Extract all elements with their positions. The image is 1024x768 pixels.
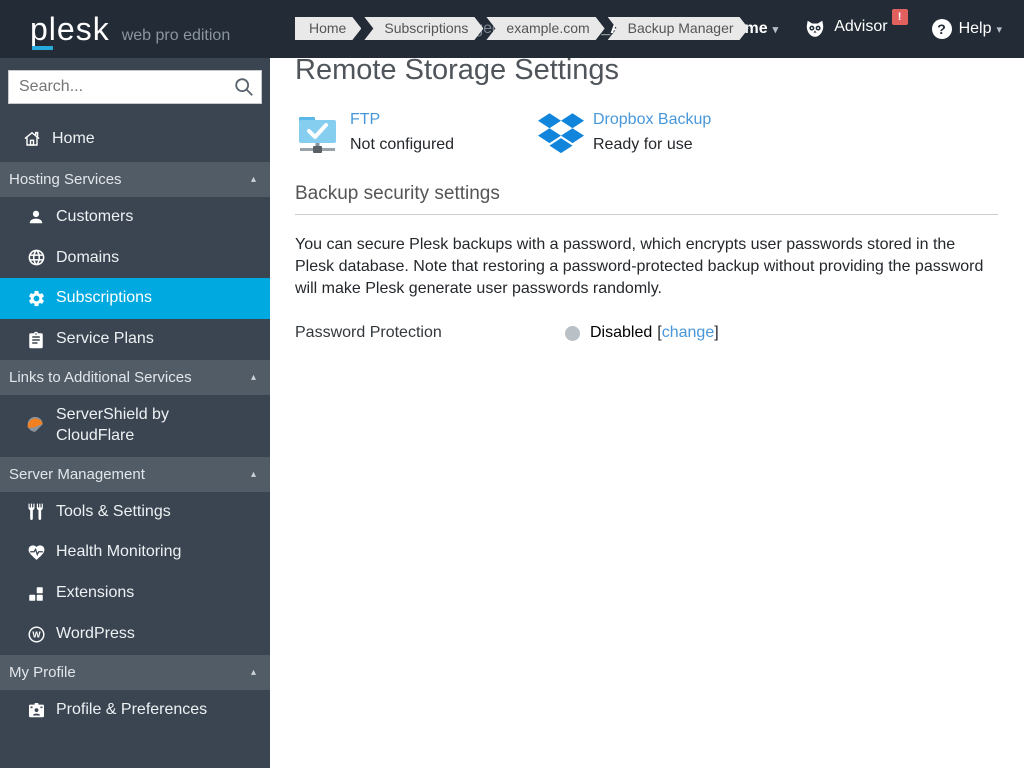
- question-mark-icon: ?: [931, 19, 952, 39]
- change-link[interactable]: change: [662, 324, 715, 342]
- chevron-down-icon: ▾: [996, 23, 1002, 36]
- owl-icon: [804, 18, 826, 40]
- sidebar-section-hosting-services[interactable]: Hosting Services ▴: [0, 161, 270, 197]
- ftp-link[interactable]: FTP: [350, 111, 380, 129]
- svg-text:W: W: [32, 630, 41, 640]
- storage-text: FTP Not configured: [350, 109, 454, 157]
- plesk-logo[interactable]: plesk web pro edition: [0, 11, 231, 50]
- sidebar-item-label: Customers: [56, 207, 134, 225]
- sidebar-item-label: ServerShield by CloudFlare: [56, 405, 169, 444]
- section-title: Links to Additional Services: [9, 368, 192, 386]
- password-protection-status: Disabled [ change ]: [565, 324, 719, 342]
- home-icon: [22, 129, 42, 149]
- storage-text: Dropbox Backup Ready for use: [593, 109, 711, 157]
- sidebar-section-my-profile[interactable]: My Profile ▴: [0, 654, 270, 690]
- search-icon: [233, 76, 255, 103]
- breadcrumb-home[interactable]: Home: [295, 17, 361, 40]
- chevron-down-icon: ▾: [772, 23, 779, 36]
- storage-option-ftp: FTP Not configured: [295, 109, 538, 157]
- customers-icon: [26, 208, 46, 226]
- bracket-close: ]: [714, 324, 719, 341]
- sidebar-item-label: Tools & Settings: [56, 502, 171, 520]
- breadcrumb-backup-manager: Backup Manager: [608, 17, 749, 40]
- wordpress-icon: W: [26, 625, 46, 644]
- cloudflare-icon: [26, 416, 46, 436]
- status-indicator-icon: [565, 325, 580, 341]
- sidebar-item-profile-preferences[interactable]: Profile & Preferences: [0, 690, 270, 731]
- page-title: Remote Storage Settings: [295, 54, 620, 86]
- globe-icon: [26, 248, 46, 267]
- chevron-up-icon: ▴: [250, 468, 256, 480]
- sidebar-item-label: Domains: [56, 248, 120, 266]
- sidebar-item-subscriptions[interactable]: Subscriptions: [0, 278, 270, 320]
- storage-option-dropbox: Dropbox Backup Ready for use: [538, 109, 781, 157]
- help-menu[interactable]: ? Help ▾: [931, 19, 1002, 39]
- section-title: Server Management: [9, 465, 145, 483]
- edition-label: web pro edition: [121, 27, 231, 44]
- dropbox-icon: [538, 109, 584, 157]
- sidebar-item-extensions[interactable]: Extensions: [0, 573, 270, 614]
- sidebar-search: [8, 70, 262, 104]
- blocks-icon: [26, 585, 46, 603]
- sidebar-item-customers[interactable]: Customers: [0, 197, 270, 238]
- tools-icon: [26, 502, 46, 522]
- status-text: Disabled: [590, 324, 653, 341]
- sidebar-section-additional-services[interactable]: Links to Additional Services ▴: [0, 359, 270, 395]
- breadcrumb-subscriptions[interactable]: Subscriptions: [364, 17, 483, 40]
- search-input[interactable]: [8, 70, 262, 104]
- heart-pulse-icon: [26, 543, 46, 562]
- sidebar-item-domains[interactable]: Domains: [0, 238, 270, 279]
- sidebar-item-label: Home: [52, 130, 95, 147]
- help-label: Help: [958, 20, 992, 37]
- chevron-up-icon: ▴: [250, 173, 256, 185]
- sidebar-item-label: WordPress: [56, 624, 135, 642]
- sidebar-item-label: Profile & Preferences: [56, 700, 208, 718]
- section-title: Hosting Services: [9, 170, 122, 188]
- section-title: My Profile: [9, 663, 76, 681]
- sidebar-item-label: Health Monitoring: [56, 543, 182, 561]
- advisor-label: Advisor: [834, 18, 888, 35]
- sidebar-item-label: Extensions: [56, 584, 135, 602]
- sidebar-section-server-management[interactable]: Server Management ▴: [0, 456, 270, 492]
- sidebar-item-servershield[interactable]: ServerShield by CloudFlare: [0, 395, 270, 457]
- password-protection-label: Password Protection: [295, 324, 442, 341]
- advisor-alert-badge: !: [891, 9, 908, 25]
- chevron-up-icon: ▴: [250, 371, 256, 383]
- sidebar-item-health-monitoring[interactable]: Health Monitoring: [0, 532, 270, 573]
- sidebar-item-label: Subscriptions: [56, 289, 153, 307]
- password-protection-row: Password Protection Disabled [ change ]: [295, 324, 998, 342]
- sidebar: Home Hosting Services ▴ Customers Domain…: [0, 58, 270, 768]
- sidebar-item-service-plans[interactable]: Service Plans: [0, 319, 270, 360]
- ftp-status: Not configured: [350, 136, 455, 153]
- sidebar-item-label: Service Plans: [56, 330, 154, 348]
- backup-security-settings-title: Backup security settings: [295, 183, 998, 215]
- plesk-logo-text: plesk: [30, 11, 110, 50]
- gear-icon: [26, 289, 46, 308]
- dropbox-status: Ready for use: [593, 136, 693, 153]
- advisor-button[interactable]: Advisor !: [804, 9, 908, 40]
- clipboard-icon: [26, 331, 46, 349]
- sidebar-item-tools-settings[interactable]: Tools & Settings: [0, 492, 270, 533]
- chevron-up-icon: ▴: [250, 666, 256, 678]
- ftp-folder-icon: [295, 109, 341, 157]
- breadcrumb-example-com[interactable]: example.com: [486, 17, 604, 40]
- dropbox-backup-link[interactable]: Dropbox Backup: [593, 111, 711, 129]
- id-badge-icon: [26, 701, 46, 720]
- backup-security-description: You can secure Plesk backups with a pass…: [295, 236, 984, 297]
- sidebar-item-home[interactable]: Home: [0, 118, 270, 162]
- storage-options: FTP Not configured Dropbox Backup Ready …: [295, 109, 998, 157]
- sidebar-item-wordpress[interactable]: W WordPress: [0, 614, 270, 655]
